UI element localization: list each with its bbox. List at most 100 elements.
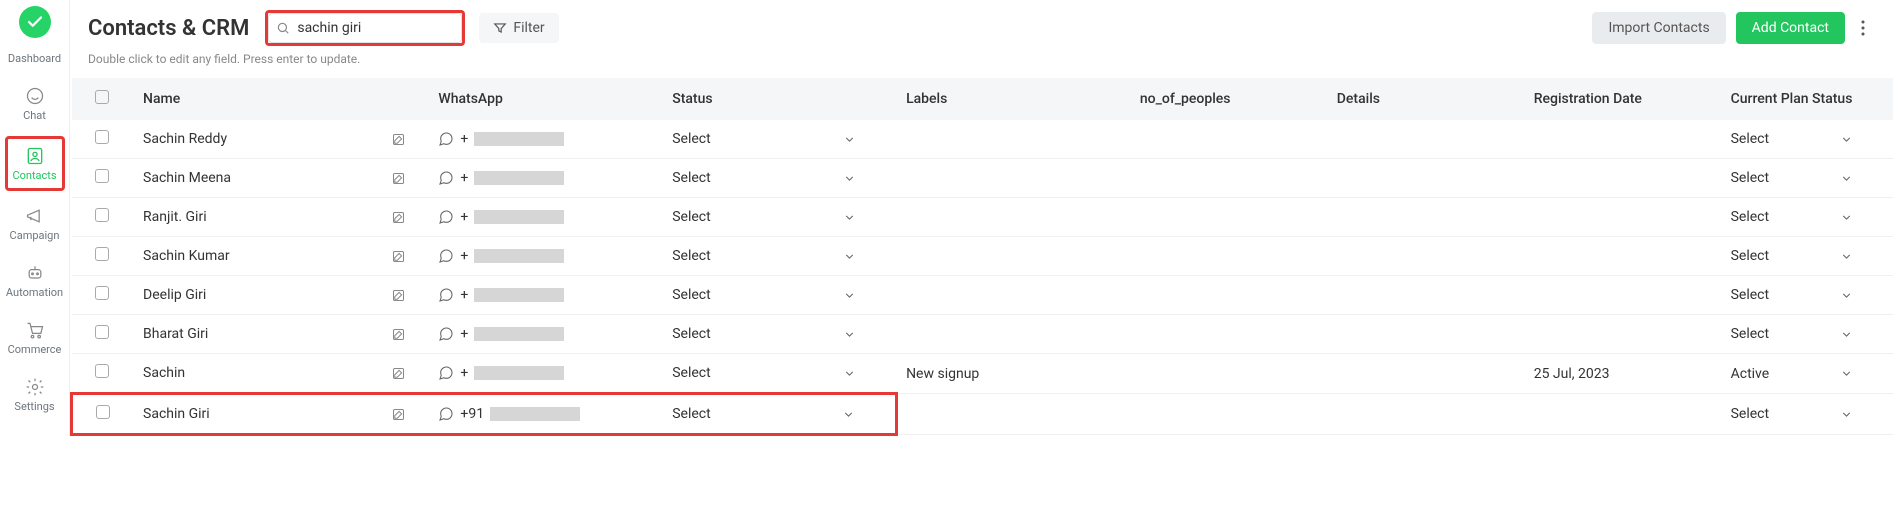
row-checkbox[interactable] — [95, 286, 109, 300]
plan-select[interactable]: Select — [1731, 209, 1883, 225]
status-select[interactable]: Select — [672, 287, 886, 303]
edit-icon[interactable] — [391, 171, 406, 186]
status-select[interactable]: Select — [672, 248, 886, 264]
phone-prefix[interactable]: + — [460, 287, 468, 303]
plan-select[interactable]: Select — [1731, 248, 1883, 264]
phone-prefix[interactable]: + — [460, 326, 468, 342]
col-details[interactable]: Details — [1327, 78, 1524, 120]
edit-icon[interactable] — [391, 366, 406, 381]
chevron-down-icon — [843, 289, 856, 302]
status-select[interactable]: Select — [672, 170, 886, 186]
edit-icon[interactable] — [391, 249, 406, 264]
labels-value[interactable]: New signup — [906, 366, 979, 382]
plan-select[interactable]: Select — [1731, 131, 1883, 147]
chevron-down-icon — [843, 211, 856, 224]
status-select[interactable]: Select — [672, 209, 886, 225]
col-whatsapp[interactable]: WhatsApp — [428, 78, 662, 120]
phone-prefix[interactable]: + — [460, 209, 468, 225]
phone-prefix[interactable]: +91 — [460, 406, 484, 422]
contact-name[interactable]: Bharat Giri — [143, 326, 208, 342]
row-checkbox[interactable] — [95, 169, 109, 183]
page-title: Contacts & CRM — [88, 16, 249, 41]
filter-label: Filter — [513, 20, 544, 36]
status-select[interactable]: Select — [672, 406, 884, 422]
contacts-icon — [24, 145, 46, 167]
phone-redacted — [474, 210, 564, 224]
plan-select[interactable]: Select — [1731, 287, 1883, 303]
contact-name[interactable]: Sachin — [143, 365, 185, 381]
chevron-down-icon — [843, 133, 856, 146]
status-select[interactable]: Select — [672, 365, 886, 381]
phone-redacted — [474, 132, 564, 146]
nav-settings[interactable]: Settings — [5, 370, 65, 419]
phone-redacted — [474, 366, 564, 380]
app-logo — [19, 6, 51, 38]
nav-label: Commerce — [8, 343, 62, 356]
plan-select[interactable]: Select — [1731, 406, 1883, 422]
nav-label: Automation — [6, 286, 63, 299]
status-select[interactable]: Select — [672, 131, 886, 147]
status-value: Select — [672, 406, 710, 422]
chevron-down-icon — [1840, 250, 1853, 263]
edit-icon[interactable] — [391, 210, 406, 225]
phone-prefix[interactable]: + — [460, 365, 468, 381]
table-header-row: Name WhatsApp Status Labels no_of_people… — [72, 78, 1893, 120]
col-registration-date[interactable]: Registration Date — [1524, 78, 1721, 120]
col-name[interactable]: Name — [133, 78, 428, 120]
row-checkbox[interactable] — [95, 325, 109, 339]
edit-icon[interactable] — [391, 132, 406, 147]
col-labels[interactable]: Labels — [896, 78, 1130, 120]
phone-redacted — [474, 249, 564, 263]
phone-prefix[interactable]: + — [460, 131, 468, 147]
status-select[interactable]: Select — [672, 326, 886, 342]
nav-commerce[interactable]: Commerce — [5, 313, 65, 362]
nav-chat[interactable]: Chat — [5, 79, 65, 128]
megaphone-icon — [24, 205, 46, 227]
col-no-of-peoples[interactable]: no_of_peoples — [1130, 78, 1327, 120]
filter-button[interactable]: Filter — [479, 13, 558, 43]
col-status[interactable]: Status — [662, 78, 896, 120]
plan-select[interactable]: Select — [1731, 326, 1883, 342]
edit-icon[interactable] — [391, 407, 406, 422]
nav-label: Dashboard — [8, 52, 61, 65]
contact-name[interactable]: Deelip Giri — [143, 287, 206, 303]
contact-name[interactable]: Ranjit. Giri — [143, 209, 207, 225]
status-value: Select — [672, 365, 710, 381]
nav-label: Contacts — [12, 169, 56, 182]
contact-name[interactable]: Sachin Kumar — [143, 248, 230, 264]
nav-contacts[interactable]: Contacts — [5, 136, 65, 191]
row-checkbox[interactable] — [95, 247, 109, 261]
add-contact-button[interactable]: Add Contact — [1736, 12, 1845, 44]
contact-name[interactable]: Sachin Meena — [143, 170, 231, 186]
status-value: Select — [672, 170, 710, 186]
registration-date-value[interactable]: 25 Jul, 2023 — [1534, 366, 1610, 382]
select-all-checkbox[interactable] — [95, 90, 109, 104]
row-checkbox[interactable] — [95, 364, 109, 378]
nav-label: Campaign — [10, 229, 60, 242]
row-checkbox[interactable] — [95, 130, 109, 144]
contact-name[interactable]: Sachin Reddy — [143, 131, 227, 147]
header: Contacts & CRM Filter Import Contacts Ad… — [70, 0, 1893, 48]
phone-prefix[interactable]: + — [460, 170, 468, 186]
table-row: Sachin + Select New signup 25 Jul, 2023 Activ… — [72, 354, 1893, 394]
more-menu-button[interactable] — [1851, 14, 1875, 42]
row-checkbox[interactable] — [96, 405, 110, 419]
plan-value: Select — [1731, 287, 1769, 303]
contact-name[interactable]: Sachin Giri — [143, 406, 210, 422]
plan-select[interactable]: Active — [1731, 366, 1883, 382]
edit-icon[interactable] — [391, 327, 406, 342]
edit-icon[interactable] — [391, 288, 406, 303]
col-current-plan-status[interactable]: Current Plan Status — [1721, 78, 1893, 120]
table-row: Ranjit. Giri + Select Select — [72, 198, 1893, 237]
plan-select[interactable]: Select — [1731, 170, 1883, 186]
nav-campaign[interactable]: Campaign — [5, 199, 65, 248]
nav-dashboard[interactable]: Dashboard — [5, 46, 65, 71]
whatsapp-icon — [438, 326, 454, 342]
table-row: Deelip Giri + Select Select — [72, 276, 1893, 315]
row-checkbox[interactable] — [95, 208, 109, 222]
phone-prefix[interactable]: + — [460, 248, 468, 264]
chevron-down-icon — [843, 172, 856, 185]
search-input[interactable] — [268, 13, 462, 43]
import-contacts-button[interactable]: Import Contacts — [1592, 12, 1725, 44]
nav-automation[interactable]: Automation — [5, 256, 65, 305]
